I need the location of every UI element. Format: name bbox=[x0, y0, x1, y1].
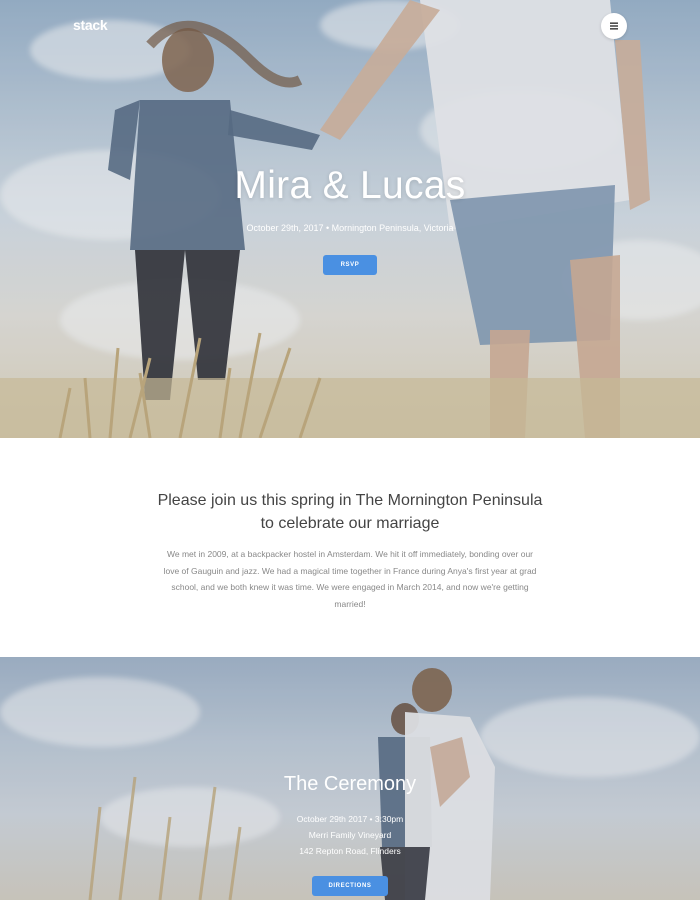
ceremony-details: October 29th 2017 • 3:30pm Merri Family … bbox=[0, 811, 700, 859]
site-logo[interactable]: stack bbox=[73, 17, 108, 33]
invitation-section: Please join us this spring in The Mornin… bbox=[0, 438, 700, 657]
hero-section: stack Mira & Lucas October 29th, 2017 • … bbox=[0, 0, 700, 438]
hero-title: Mira & Lucas bbox=[234, 164, 466, 207]
hamburger-icon bbox=[610, 22, 618, 30]
ceremony-datetime: October 29th 2017 • 3:30pm bbox=[296, 814, 404, 824]
hero-subtitle: October 29th, 2017 • Mornington Peninsul… bbox=[246, 223, 454, 233]
ceremony-title: The Ceremony bbox=[283, 773, 417, 795]
ceremony-venue: Merri Family Vineyard bbox=[308, 830, 392, 840]
ceremony-address: 142 Repton Road, Flinders bbox=[299, 846, 401, 856]
rsvp-button[interactable]: RSVP bbox=[323, 255, 377, 275]
directions-button[interactable]: DIRECTIONS bbox=[312, 876, 388, 896]
hero-overlay bbox=[0, 0, 700, 438]
menu-button[interactable] bbox=[601, 13, 627, 39]
invitation-heading: Please join us this spring in The Mornin… bbox=[157, 492, 543, 532]
invitation-body: We met in 2009, at a backpacker hostel i… bbox=[163, 549, 537, 609]
ceremony-section: The Ceremony October 29th 2017 • 3:30pm … bbox=[0, 657, 700, 900]
